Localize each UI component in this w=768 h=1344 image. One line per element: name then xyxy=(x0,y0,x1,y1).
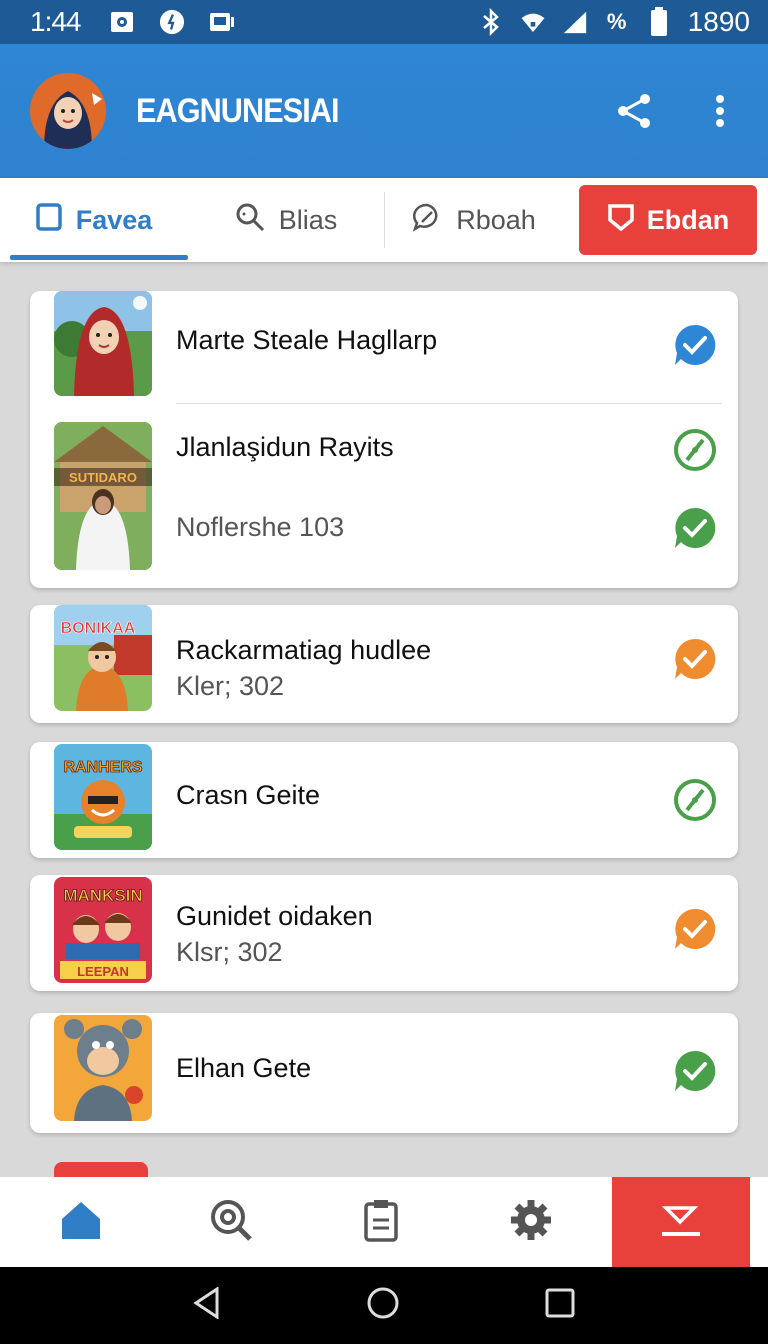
share-icon[interactable] xyxy=(614,91,654,131)
bottom-nav xyxy=(0,1177,768,1267)
tab-blias[interactable]: Blias xyxy=(188,178,384,262)
status-bar: 1:44 % 1890 xyxy=(0,0,768,44)
signal-icon xyxy=(562,9,588,35)
list-item[interactable]: Marte Steale Hagllarp xyxy=(30,291,738,403)
list-item[interactable]: RANHERS Crasn Geite xyxy=(30,742,738,858)
app-bar: EAGNUNESIAI xyxy=(0,44,768,178)
check-badge-icon xyxy=(673,907,717,951)
list-item[interactable]: SUTIDARO Jlanlaşidun Rayits Noflershe 10… xyxy=(30,404,738,588)
thumb-text: MANKSIN xyxy=(63,886,142,905)
thumbnail-image xyxy=(54,291,152,396)
item-title: Jlanlaşidun Rayits xyxy=(176,432,394,462)
send-icon xyxy=(660,1202,702,1243)
bluetooth-icon xyxy=(478,8,504,36)
thumbnail-image xyxy=(54,1015,152,1121)
list-item[interactable]: MANKSIN LEEPAN Gunidet oidaken Klsr; 302 xyxy=(30,875,738,991)
item-title: Elhan Gete xyxy=(176,1053,312,1083)
item-title: Marte Steale Hagllarp xyxy=(176,325,438,355)
thumb-text: BONIKAA xyxy=(61,620,136,637)
thumb-text: RANHERS xyxy=(63,759,142,776)
bookmark-icon xyxy=(35,202,62,238)
recents-icon[interactable] xyxy=(545,1288,575,1323)
ebdan-label: Ebdan xyxy=(646,204,730,235)
item-subtitle: Klsr; 302 xyxy=(176,937,283,967)
home-icon xyxy=(60,1199,102,1246)
check-badge-icon xyxy=(673,637,717,681)
nav-clipboard[interactable] xyxy=(306,1177,456,1267)
list-item[interactable]: BONIKAA Rackarmatiag hudlee Kler; 302 xyxy=(30,605,738,723)
ebdan-button[interactable]: Ebdan xyxy=(579,185,757,255)
thumb-text: SUTIDARO xyxy=(69,470,137,485)
back-icon[interactable] xyxy=(193,1286,221,1324)
tab-label: Rboah xyxy=(456,204,536,235)
tab-label: Favea xyxy=(75,204,153,235)
percent-icon: % xyxy=(606,9,627,34)
list-item[interactable]: Elhan Gete xyxy=(30,1013,738,1133)
no-entry-badge-icon xyxy=(673,778,717,822)
no-entry-badge-icon xyxy=(673,428,717,472)
home-circle-icon[interactable] xyxy=(367,1287,399,1324)
content-list: Marte Steale Hagllarp SUTIDARO Jlanlaşid… xyxy=(0,262,768,1177)
card-group: Marte Steale Hagllarp SUTIDARO Jlanlaşid… xyxy=(30,291,738,588)
battery-icon xyxy=(646,7,672,36)
clipboard-icon xyxy=(363,1198,399,1247)
gear-icon xyxy=(509,1198,553,1247)
search-icon xyxy=(209,1198,253,1247)
nav-send[interactable] xyxy=(612,1177,750,1267)
cast-icon xyxy=(209,9,235,35)
tab-favea[interactable]: Favea xyxy=(0,178,188,262)
battery-level: 1890 xyxy=(687,6,750,37)
item-subtitle: Noflershe 103 xyxy=(176,512,345,542)
wifi-icon xyxy=(520,9,546,35)
sync-icon xyxy=(159,9,185,35)
chat-icon xyxy=(412,202,442,239)
more-vert-icon[interactable] xyxy=(700,91,740,131)
thumbnail-image: BONIKAA xyxy=(54,605,152,711)
search-icon xyxy=(235,202,265,239)
thumbnail-image: MANKSIN LEEPAN xyxy=(54,877,152,983)
check-badge-icon xyxy=(673,323,717,367)
thumbnail-image: RANHERS xyxy=(54,744,152,850)
next-item-thumbnail xyxy=(54,1162,148,1177)
check-badge-icon xyxy=(673,1049,717,1093)
tab-rboah[interactable]: Rboah xyxy=(385,178,563,262)
tab-label: Blias xyxy=(278,204,338,235)
tab-bar: Favea Blias Rboah Ebdan xyxy=(0,178,768,262)
nav-settings[interactable] xyxy=(456,1177,606,1267)
system-nav-bar xyxy=(0,1267,768,1344)
thumb-text: LEEPAN xyxy=(77,964,129,979)
nav-search[interactable] xyxy=(156,1177,306,1267)
item-title: Crasn Geite xyxy=(176,780,321,810)
item-title: Rackarmatiag hudlee xyxy=(176,635,432,665)
avatar[interactable] xyxy=(30,73,106,149)
nav-home[interactable] xyxy=(6,1177,156,1267)
status-time: 1:44 xyxy=(30,6,81,37)
notification-icon xyxy=(109,9,135,35)
thumbnail-image: SUTIDARO xyxy=(54,422,152,570)
item-title: Gunidet oidaken xyxy=(176,901,373,931)
item-subtitle: Kler; 302 xyxy=(176,671,285,701)
check-badge-icon xyxy=(673,506,717,550)
app-title: EAGNUNESIAI xyxy=(136,91,340,130)
shield-icon xyxy=(607,203,635,238)
